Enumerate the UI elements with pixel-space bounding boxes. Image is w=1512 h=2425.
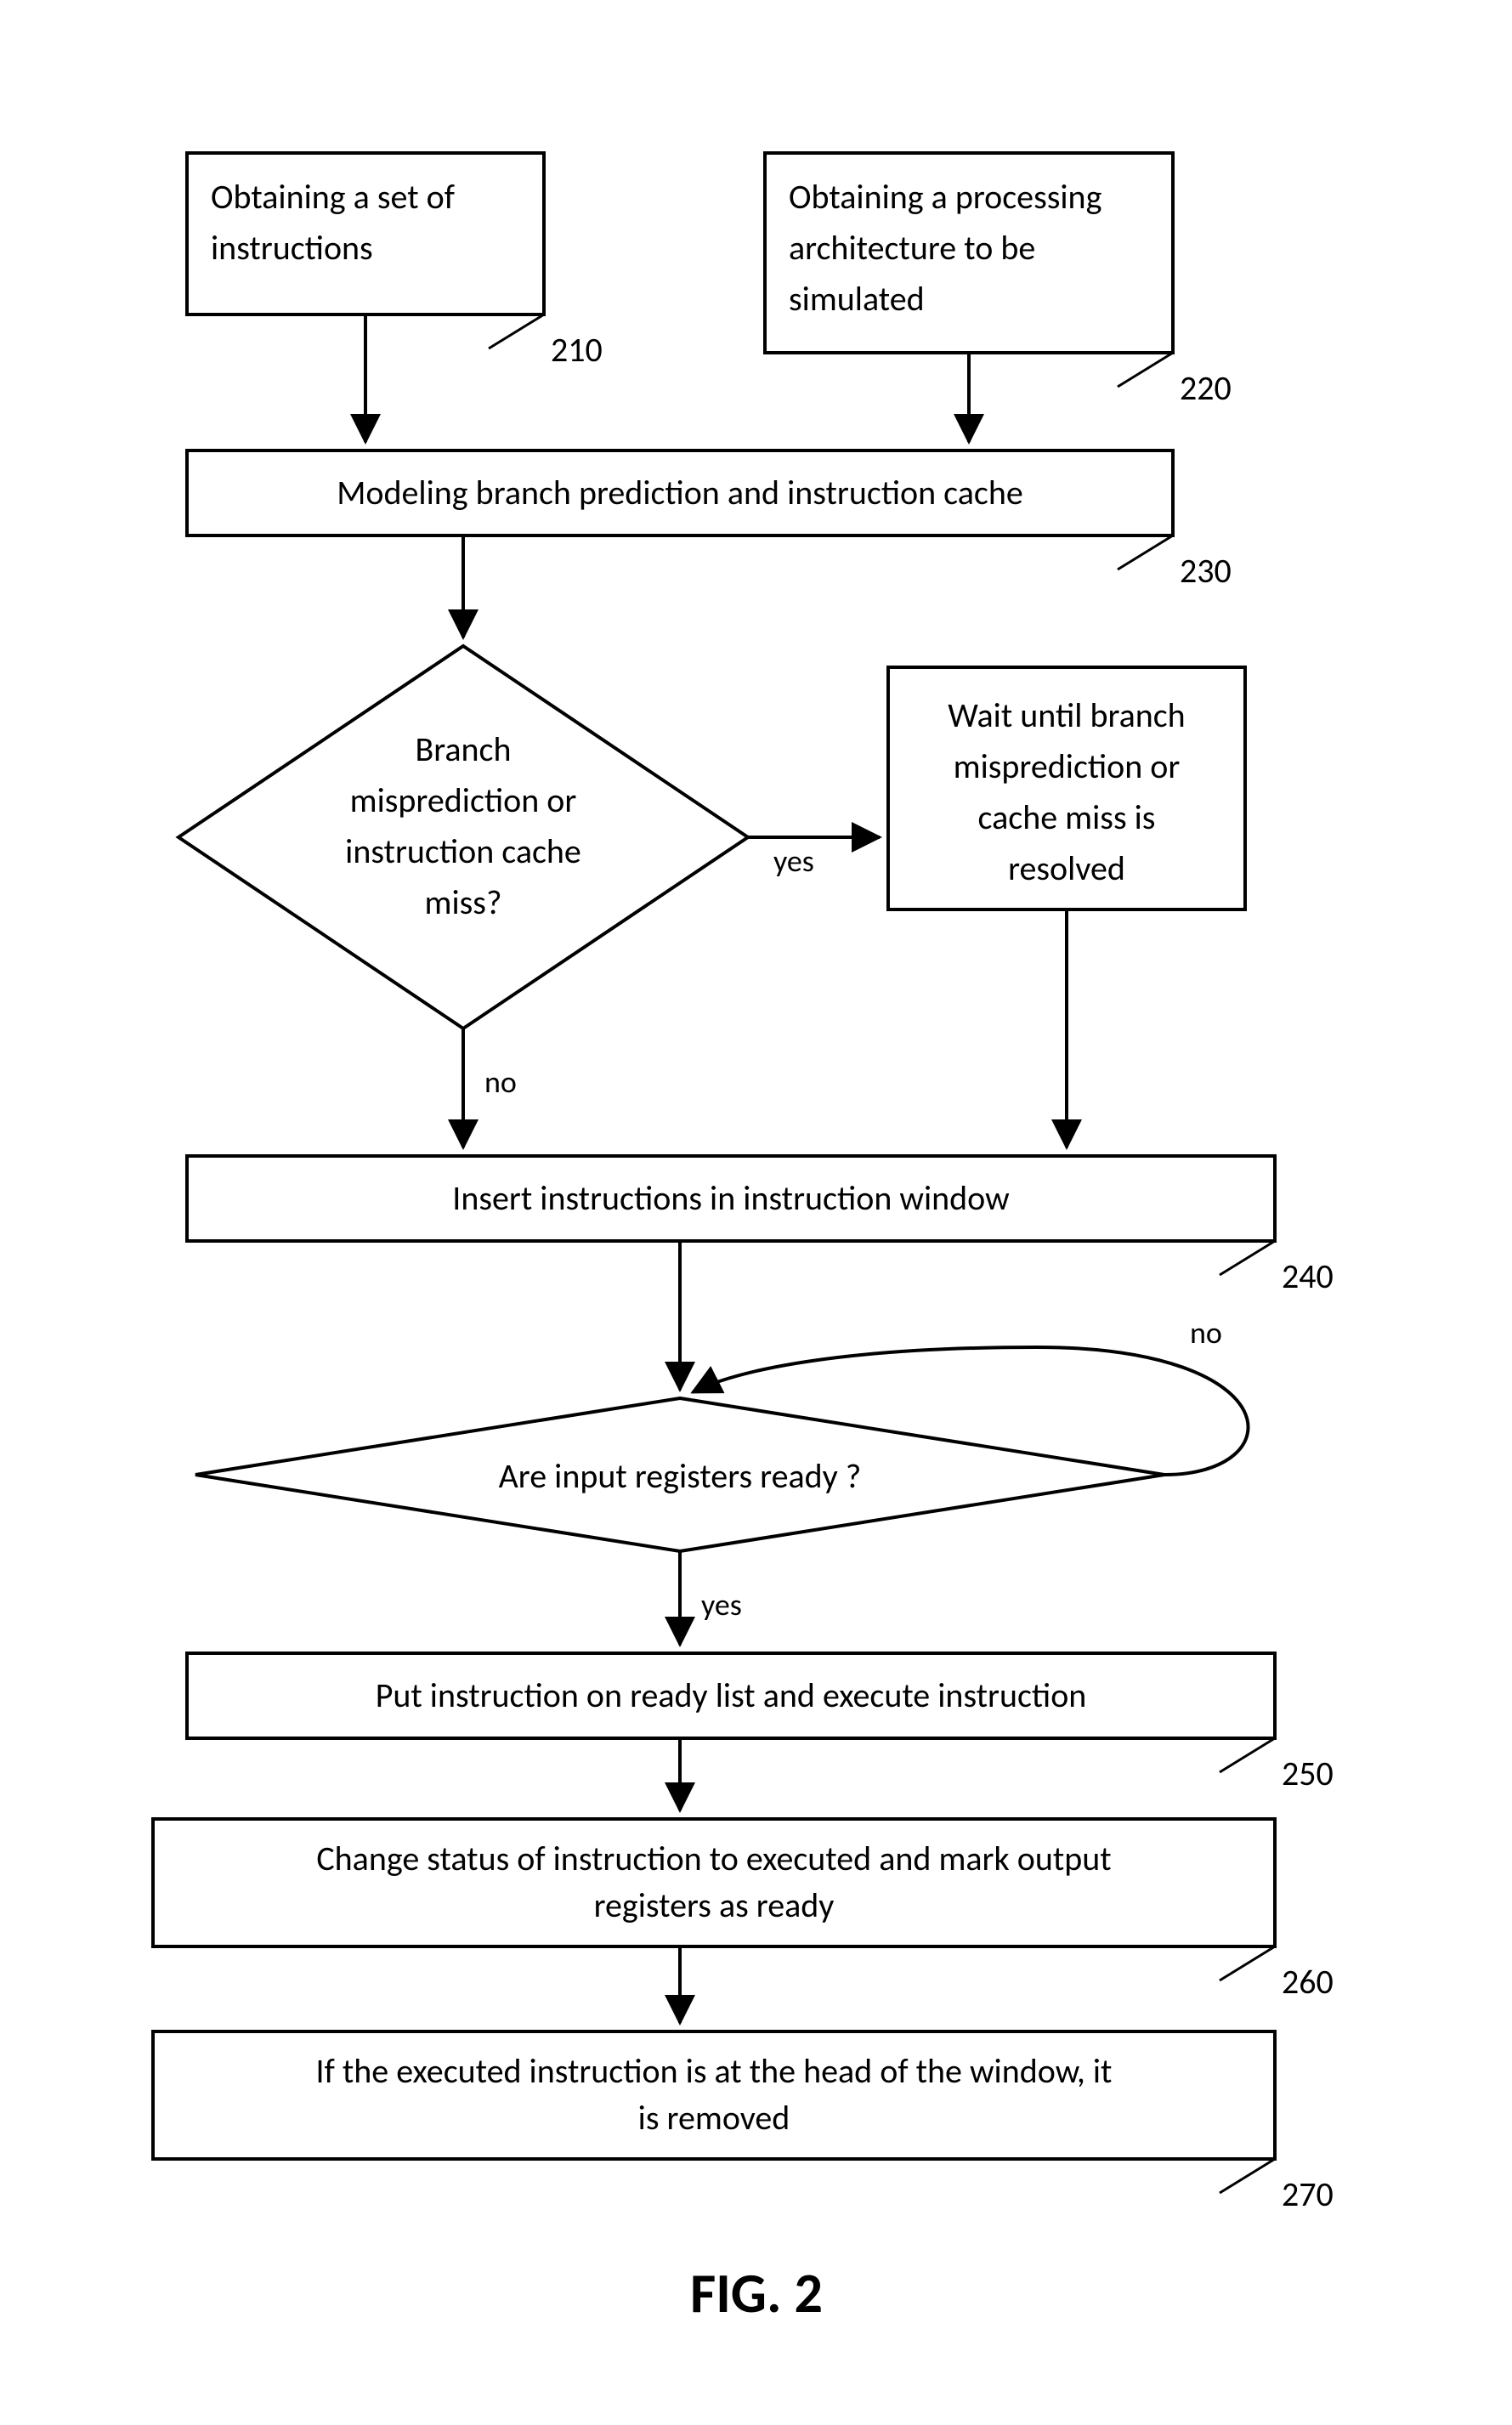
node-wait-text-3: cache miss is [978,796,1156,838]
node-220-text-2: architecture to be [789,227,1035,269]
figure-label: FIG. 2 [690,2258,823,2327]
ref-label-210: 210 [551,329,603,371]
node-d1-text-1: Branch [416,728,512,770]
node-250-text: Put instruction on ready list and execut… [376,1674,1087,1716]
ref-tick-260 [1220,1946,1275,1980]
node-wait-text-4: resolved [1008,847,1125,889]
node-260-text-2: registers as ready [594,1884,835,1926]
ref-tick-240 [1220,1241,1275,1275]
edge-d2-self-label: no [1190,1314,1222,1351]
node-220-text-1: Obtaining a processing [789,176,1102,218]
ref-label-240: 240 [1282,1255,1334,1297]
node-wait-text-1: Wait until branch [948,694,1185,736]
node-240-text: Insert instructions in instruction windo… [452,1177,1010,1219]
ref-tick-210 [489,314,544,348]
edge-d1-wait-label: yes [773,842,814,880]
ref-label-220: 220 [1180,367,1232,409]
ref-label-230: 230 [1180,550,1232,592]
ref-label-250: 250 [1282,1753,1334,1794]
node-d1-text-3: instruction cache [345,830,581,872]
ref-tick-230 [1118,535,1173,569]
node-210-text-1: Obtaining a set of [211,176,455,218]
node-d1-text-4: miss? [425,881,502,923]
node-wait-text-2: misprediction or [954,745,1181,787]
ref-tick-270 [1220,2159,1275,2193]
node-d1-text-2: misprediction or [350,779,577,821]
node-d2-text: Are input registers ready ? [499,1455,862,1497]
edge-d2-250-label: yes [701,1586,742,1623]
flowchart-figure: Obtaining a set of instructions 210 Obta… [0,0,1512,2425]
ref-label-260: 260 [1282,1961,1334,2003]
node-270-text-2: is removed [638,2097,790,2139]
ref-label-270: 270 [1282,2173,1334,2215]
edge-d1-240-label: no [484,1063,517,1101]
ref-tick-220 [1118,353,1173,387]
node-220-text-3: simulated [789,278,925,320]
ref-tick-250 [1220,1738,1275,1772]
node-210-text-2: instructions [211,227,373,269]
node-270-text-1: If the executed instruction is at the he… [316,2050,1113,2092]
node-230-text: Modeling branch prediction and instructi… [337,472,1023,513]
node-260-text-1: Change status of instruction to executed… [316,1838,1111,1879]
